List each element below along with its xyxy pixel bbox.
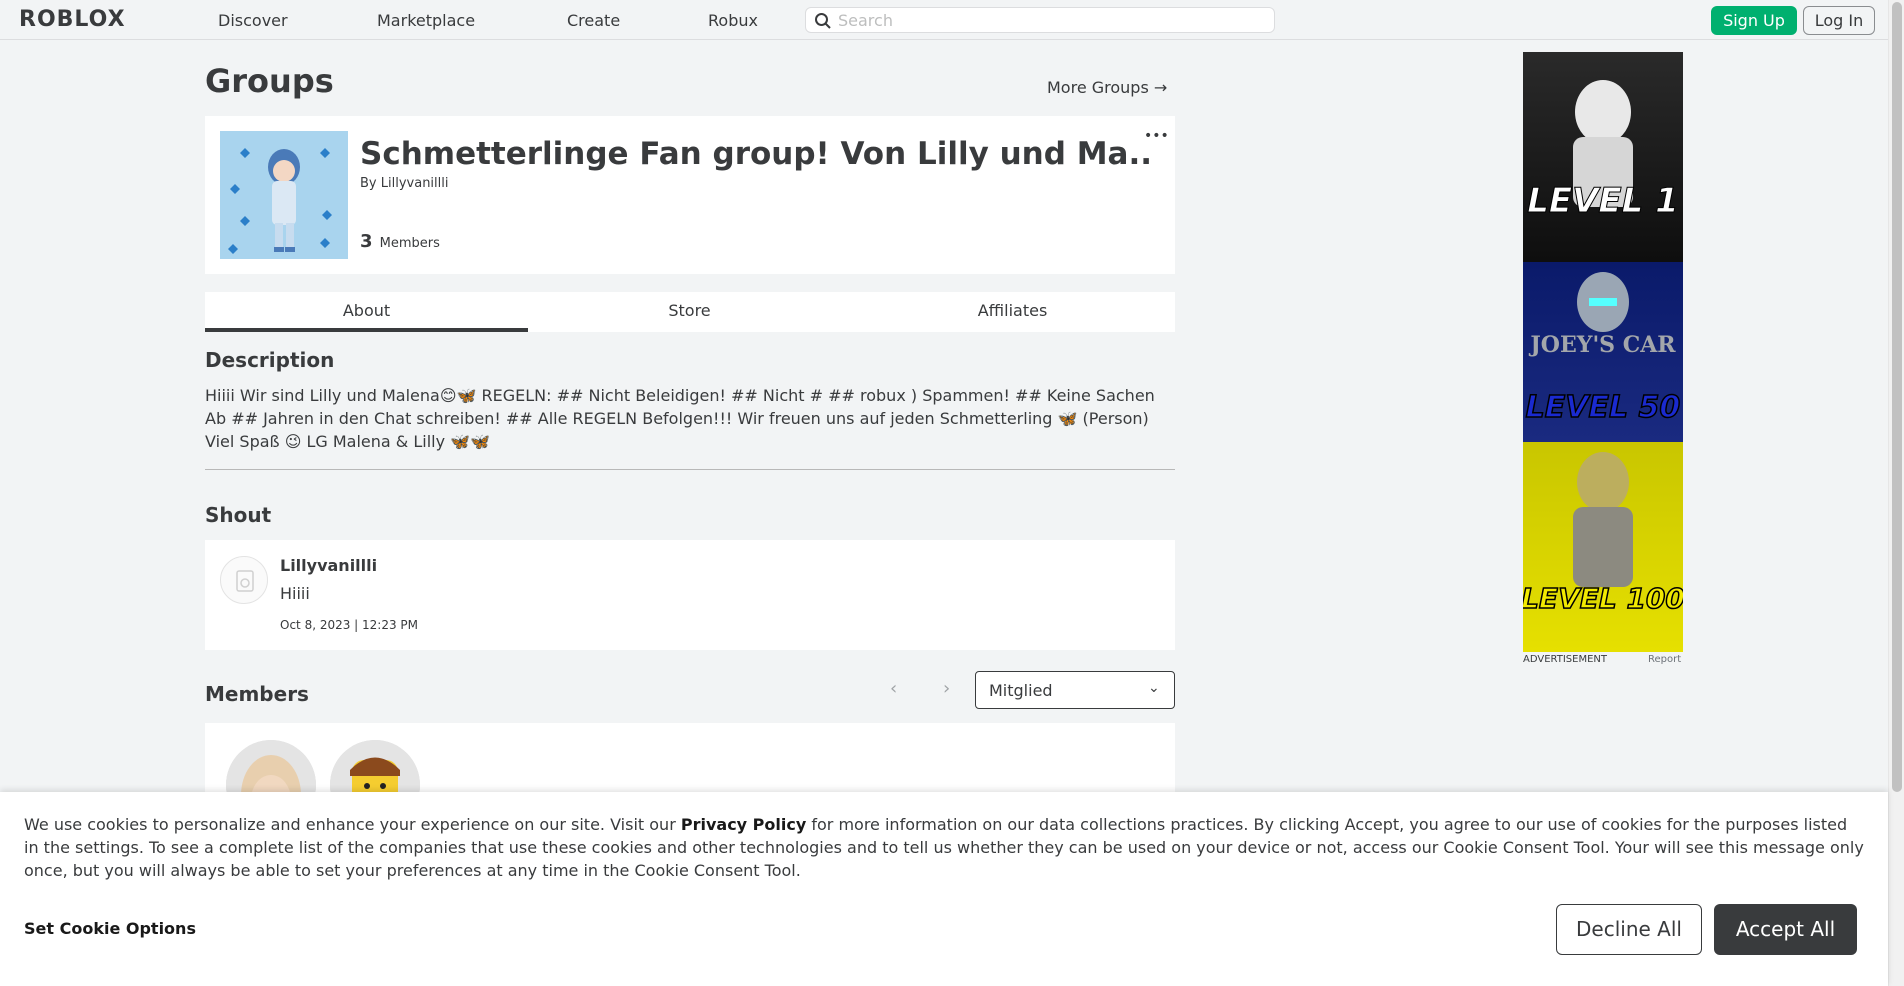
group-description: Hiiii Wir sind Lilly und Malena😊🦋 REGELN… <box>205 386 1155 451</box>
shout-card: Lillyvanillli Hiiii Oct 8, 2023 | 12:23 … <box>205 540 1175 650</box>
tab-store[interactable]: Store <box>528 292 851 332</box>
set-cookie-options-button[interactable]: Set Cookie Options <box>24 919 196 938</box>
search-icon <box>815 13 831 29</box>
accept-all-button[interactable]: Accept All <box>1714 904 1857 955</box>
group-emblem-image <box>220 131 348 259</box>
more-groups-link[interactable]: More Groups → <box>1047 78 1167 97</box>
shout-author[interactable]: Lillyvanillli <box>280 556 377 575</box>
advertisement-label: ADVERTISEMENT <box>1523 654 1608 665</box>
privacy-policy-link[interactable]: Privacy Policy <box>681 815 806 834</box>
signup-button[interactable]: Sign Up <box>1711 6 1797 35</box>
advertisement-banner[interactable]: LEVEL 1 JOEY'S CAR LEVEL 50 LEVEL 100 <box>1523 52 1683 652</box>
nav-discover[interactable]: Discover <box>218 11 288 30</box>
members-heading: Members <box>205 682 309 706</box>
roblox-logo[interactable]: ROBLOX <box>19 7 126 32</box>
shout-heading: Shout <box>205 503 272 527</box>
group-owner: By Lillyvanillli <box>360 176 449 191</box>
nav-robux[interactable]: Robux <box>708 11 758 30</box>
member-count-label: Members <box>379 236 440 251</box>
cookie-banner: We use cookies to personalize and enhanc… <box>0 792 1888 986</box>
ad-text-level-100: LEVEL 100 <box>1523 582 1683 615</box>
description-heading: Description <box>205 348 335 372</box>
ad-text-joeys-car: JOEY'S CAR <box>1528 332 1676 358</box>
section-divider <box>205 469 1175 470</box>
nav-create[interactable]: Create <box>567 11 620 30</box>
scrollbar-thumb[interactable] <box>1892 2 1902 792</box>
role-dropdown[interactable]: Mitglied ⌄ <box>975 671 1175 709</box>
group-name: Schmetterlinge Fan group! Von Lilly und … <box>360 136 1150 172</box>
next-page-icon[interactable]: › <box>943 678 950 699</box>
chevron-down-icon: ⌄ <box>1148 680 1160 696</box>
group-tabs: About Store Affiliates <box>205 292 1175 332</box>
top-navigation: ROBLOX Discover Marketplace Create Robux… <box>0 0 1888 40</box>
member-count: 3 Members <box>360 231 440 252</box>
cookie-text: We use cookies to personalize and enhanc… <box>24 813 1864 882</box>
page-title: Groups <box>205 62 334 100</box>
prev-page-icon[interactable]: ‹ <box>890 678 897 699</box>
decline-all-button[interactable]: Decline All <box>1556 904 1702 955</box>
nav-marketplace[interactable]: Marketplace <box>377 11 475 30</box>
more-options-icon[interactable]: ••• <box>1144 128 1169 144</box>
cookie-text-before: We use cookies to personalize and enhanc… <box>24 815 681 834</box>
member-count-number: 3 <box>360 231 373 252</box>
shout-date: Oct 8, 2023 | 12:23 PM <box>280 618 419 632</box>
ad-report-link[interactable]: Report <box>1648 654 1681 665</box>
tab-about[interactable]: About <box>205 292 528 332</box>
by-label: By <box>360 176 377 191</box>
tab-affiliates[interactable]: Affiliates <box>851 292 1174 332</box>
ad-text-level-1: LEVEL 1 <box>1527 181 1679 221</box>
search-box[interactable] <box>805 7 1275 33</box>
login-button[interactable]: Log In <box>1803 6 1875 35</box>
owner-link[interactable]: Lillyvanillli <box>381 176 449 191</box>
role-selected-value: Mitglied <box>989 681 1053 700</box>
shout-avatar[interactable] <box>220 556 268 604</box>
ad-text-level-50: LEVEL 50 <box>1526 390 1681 425</box>
page-scrollbar[interactable] <box>1888 0 1904 986</box>
group-header-card: Schmetterlinge Fan group! Von Lilly und … <box>205 116 1175 274</box>
shout-body: Hiiii <box>280 584 310 603</box>
search-input[interactable] <box>838 10 1258 30</box>
avatar-placeholder-icon <box>236 570 254 592</box>
